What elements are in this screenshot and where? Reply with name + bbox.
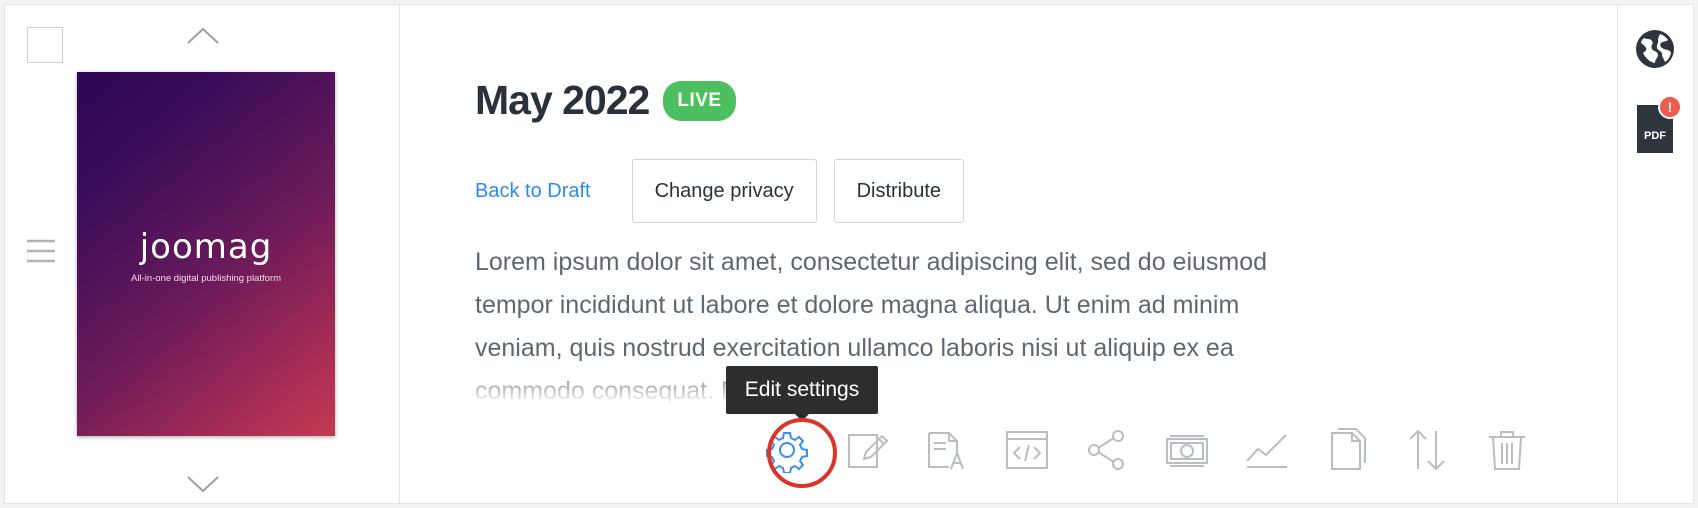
cover-tagline: All-in-one digital publishing platform: [131, 273, 281, 284]
issue-side-icons: PDF !: [1617, 5, 1693, 503]
back-to-draft-button[interactable]: Back to Draft: [451, 159, 615, 223]
sort-icon: [1409, 429, 1445, 471]
embed-code-button[interactable]: [1002, 425, 1052, 475]
share-icon: [1088, 430, 1124, 470]
move-down-chevron-icon[interactable]: [185, 473, 221, 495]
change-privacy-button[interactable]: Change privacy: [631, 159, 817, 223]
issue-cover-image[interactable]: joomag All-in-one digital publishing pla…: [77, 72, 335, 436]
embed-code-icon: [1006, 431, 1048, 469]
analytics-button[interactable]: [1242, 425, 1292, 475]
pdf-label: PDF: [1644, 130, 1666, 142]
copy-icon: [1331, 428, 1366, 470]
duplicate-button[interactable]: [1322, 425, 1372, 475]
distribute-button[interactable]: Distribute: [833, 159, 965, 223]
delete-button[interactable]: [1482, 425, 1532, 475]
pdf-alert-badge: !: [1658, 95, 1682, 119]
pencil-icon: [848, 434, 889, 468]
cover-logo: joomag: [139, 227, 273, 267]
text-edit-button[interactable]: [922, 425, 972, 475]
tooltip-arrow: [794, 413, 810, 421]
issue-action-buttons: Back to Draft Change privacy Distribute: [475, 159, 981, 223]
drag-handle-icon[interactable]: [25, 237, 57, 265]
select-checkbox[interactable]: [27, 27, 63, 63]
edit-settings-button[interactable]: [762, 425, 812, 475]
monetize-button[interactable]: [1162, 425, 1212, 475]
share-button[interactable]: [1082, 425, 1132, 475]
text-edit-icon: [928, 432, 964, 470]
issue-thumbnail-column: joomag All-in-one digital publishing pla…: [5, 5, 400, 503]
issue-title-row: May 2022 LIVE: [475, 77, 736, 124]
edit-button[interactable]: [842, 425, 892, 475]
issue-card: joomag All-in-one digital publishing pla…: [4, 4, 1694, 504]
edit-settings-tooltip: Edit settings: [726, 366, 878, 414]
status-badge: LIVE: [663, 80, 736, 121]
reorder-button[interactable]: [1402, 425, 1452, 475]
move-up-chevron-icon[interactable]: [185, 25, 221, 47]
page-title: May 2022: [475, 77, 650, 123]
trash-icon: [1489, 431, 1525, 470]
money-icon: [1166, 435, 1208, 467]
globe-icon[interactable]: [1634, 28, 1676, 70]
analytics-icon: [1246, 434, 1287, 468]
gear-icon: [766, 432, 808, 473]
